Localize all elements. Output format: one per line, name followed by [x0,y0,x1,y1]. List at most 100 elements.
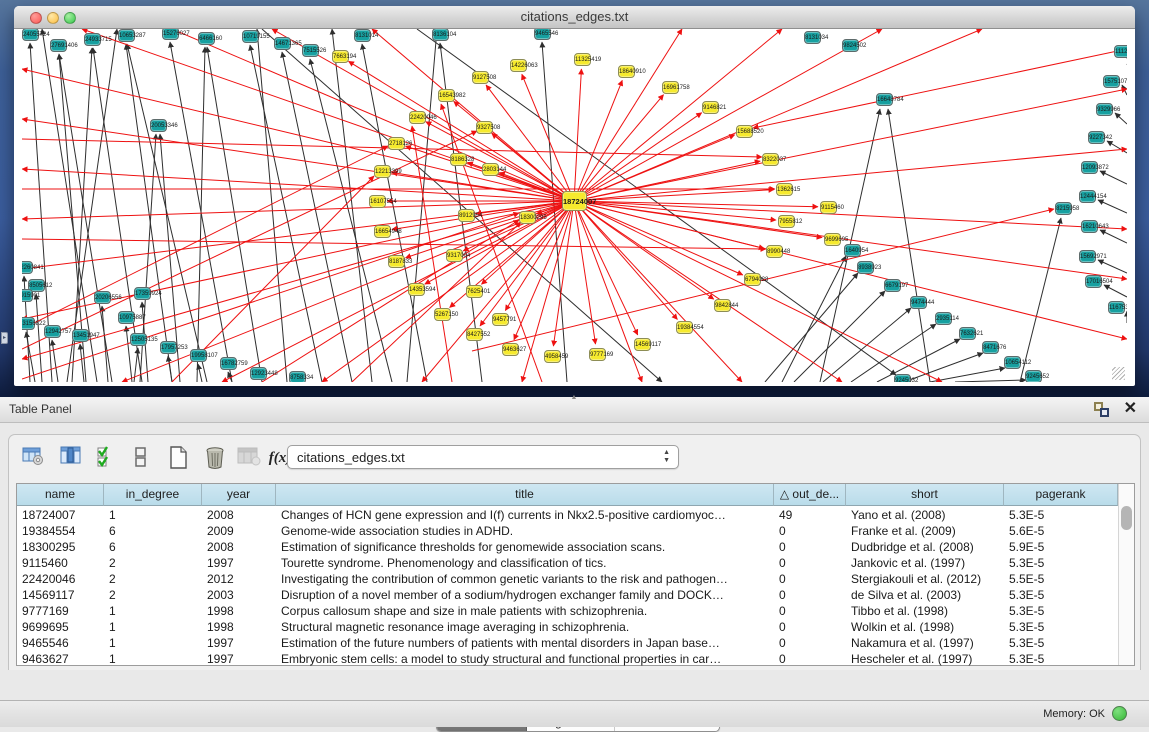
network-node[interactable]: 16210643 [1081,220,1098,233]
panel-divider-grip[interactable]: ▲ [567,396,581,401]
network-node[interactable]: 8427552 [466,328,483,341]
table-row[interactable]: 946554611997Estimation of the future num… [17,635,1118,651]
network-node[interactable]: 5267150 [434,308,451,321]
network-node[interactable]: 2935114 [935,312,952,325]
window-resize-grip[interactable] [1112,367,1125,380]
network-node[interactable]: 9245652 [1025,370,1042,382]
network-node[interactable]: 9227342 [1088,131,1105,144]
network-node[interactable]: 18300295 [519,211,536,224]
network-node[interactable]: 9842844 [714,299,731,312]
network-node[interactable]: 8131034 [804,31,821,44]
network-node[interactable]: 9327508 [476,121,493,134]
network-node[interactable]: 6466160 [198,32,215,45]
network-node[interactable]: 20053346 [150,119,167,132]
column-header-short[interactable]: short [846,484,1004,506]
network-node[interactable]: 15276027 [162,29,179,40]
network-node[interactable]: 17016504 [1085,275,1102,288]
network-node[interactable]: 10719155 [242,30,259,43]
network-canvas[interactable]: 2405572427691406249337151065328715276027… [22,29,1127,382]
network-node[interactable]: 10654112 [1004,356,1021,369]
network-node[interactable]: 24055724 [22,29,39,41]
column-header-out_de[interactable]: △ out_de... [774,484,846,506]
network-node[interactable]: 12213399 [374,165,391,178]
network-node[interactable]: 4958459 [544,350,561,363]
network-node[interactable]: 19384554 [676,321,693,334]
network-node[interactable]: 12505135 [130,333,147,346]
network-node[interactable]: 8912954 [458,209,475,222]
network-node[interactable]: 14353594 [408,283,425,296]
network-node[interactable]: 8136104 [432,29,449,41]
network-hub-node[interactable]: 18724007 [562,191,587,211]
table-selector-dropdown[interactable]: citations_edges.txt ▲▼ [287,445,679,469]
network-view-window[interactable]: citations_edges.txt 24055724276914062493… [14,6,1135,386]
network-node[interactable]: 8471676 [982,341,999,354]
network-node[interactable]: 3915901 [22,289,33,302]
network-node[interactable]: 17957253 [160,341,177,354]
table-row[interactable]: 1872400712008Changes of HCN gene express… [17,507,1118,523]
network-node[interactable]: 9824502 [842,39,859,52]
network-node[interactable]: 8215958 [1055,202,1072,215]
column-header-in_degree[interactable]: in_degree [104,484,202,506]
table-row[interactable]: 1830029562008Estimation of significance … [17,539,1118,555]
new-table-icon[interactable] [165,443,193,473]
network-node[interactable]: 8938923 [857,261,874,274]
network-node[interactable]: 7625401 [466,285,483,298]
table-row[interactable]: 2242004622012Investigating the contribut… [17,571,1118,587]
table-row[interactable]: 1938455462009Genome-wide association stu… [17,523,1118,539]
network-node[interactable]: 13451947 [72,329,89,342]
network-node[interactable]: 8322037 [762,153,779,166]
network-node[interactable]: 8990448 [766,245,783,258]
network-node[interactable]: 14569117 [634,338,651,351]
network-node[interactable]: 15751074 [1103,75,1120,88]
network-node[interactable]: 16107554 [369,195,386,208]
network-node[interactable]: 12093872 [1081,161,1098,174]
network-node[interactable]: 17359924 [134,287,151,300]
network-node[interactable]: 7515526 [302,44,319,57]
network-node[interactable]: 8187833 [388,255,405,268]
import-table-icon[interactable] [235,443,263,473]
float-panel-icon[interactable] [1094,402,1109,417]
network-node[interactable]: 20206556 [94,291,111,304]
network-node[interactable]: 27691406 [50,39,67,52]
network-node[interactable]: 12942757 [44,325,61,338]
network-node[interactable]: 12260841 [22,261,33,274]
network-node[interactable]: 16782759 [220,357,237,370]
network-node[interactable]: 15692971 [1079,250,1096,263]
table-options-icon[interactable] [19,443,47,473]
network-node[interactable]: 6679197 [884,279,901,292]
row-height-icon[interactable] [127,443,155,473]
network-node[interactable]: 8186328 [450,153,467,166]
table-row[interactable]: 977716911998Corpus callosum shape and si… [17,603,1118,619]
network-node[interactable]: 9329966 [1096,103,1113,116]
column-header-title[interactable]: title [276,484,774,506]
network-node[interactable]: 7632621 [959,327,976,340]
table-row[interactable]: 969969511998Structural magnetic resonanc… [17,619,1118,635]
network-node[interactable]: 9457791 [492,313,509,326]
network-node[interactable]: 19958107 [190,349,207,362]
network-node[interactable]: 1112383 [1114,45,1127,58]
network-node[interactable]: 12923448 [250,367,267,380]
network-node[interactable]: 24933715 [84,33,101,46]
network-node[interactable]: 9245032 [894,374,911,382]
network-node[interactable]: 6794028 [744,273,761,286]
network-node[interactable]: 8758334 [289,371,306,382]
network-node[interactable]: 2718126 [388,137,405,150]
network-node[interactable]: 18640910 [618,65,635,78]
network-node[interactable]: 14671365 [274,37,291,50]
table-row[interactable]: 911546021997Tourette syndrome. Phenomeno… [17,555,1118,571]
network-node[interactable]: 9127508 [472,71,489,84]
table-row[interactable]: 1456911722003Disruption of a novel membe… [17,587,1118,603]
scrollbar-thumb[interactable] [1121,506,1132,530]
network-node[interactable]: 10975887 [118,311,135,324]
column-header-year[interactable]: year [202,484,276,506]
network-node[interactable]: 9474444 [910,296,927,309]
network-node[interactable]: 1167533 [1108,301,1125,314]
network-node[interactable]: 9115460 [820,201,837,214]
network-node[interactable]: 9146821 [702,101,719,114]
network-node[interactable]: 1362615 [776,183,793,196]
network-node[interactable]: 9699695 [824,233,841,246]
collapsed-panel-handle[interactable]: ▸ [1,332,8,344]
close-panel-icon[interactable]: ✕ [1124,399,1137,419]
table-row[interactable]: 946362711997Embryonic stem cells: a mode… [17,651,1118,667]
network-node[interactable]: 22420046 [409,111,426,124]
